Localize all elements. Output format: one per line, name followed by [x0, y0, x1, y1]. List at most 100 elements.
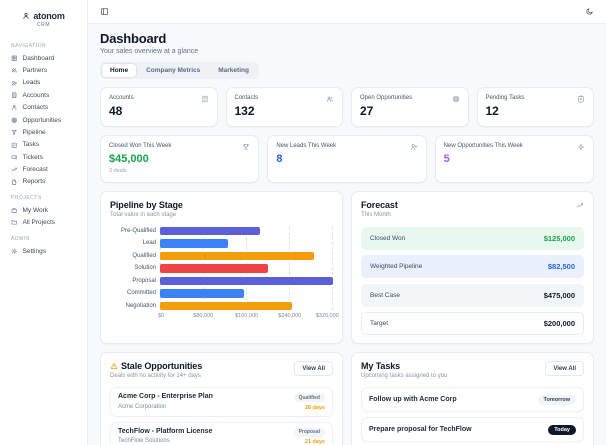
sidebar-item[interactable]: Accounts: [0, 89, 87, 101]
forecast-rows: Closed Won $125,000 Weighted Pipeline $8…: [361, 226, 584, 335]
stat-label: Open Opportunities: [360, 95, 413, 101]
warning-icon: [110, 362, 118, 370]
sidebar-item[interactable]: Partners: [0, 64, 87, 76]
stat-value: 27: [360, 104, 374, 118]
chart-bar: [160, 251, 315, 260]
sidebar-item-label: Leads: [22, 79, 41, 87]
sidebar-item[interactable]: All Projects: [0, 217, 87, 229]
contacts-icon: [11, 104, 18, 111]
chart-row: Qualified: [110, 251, 333, 260]
task-row[interactable]: Follow up with Acme Corp Tomorrow: [361, 387, 584, 412]
sidebar-section-label: Admin: [11, 235, 30, 242]
pipeline-subtitle: Total value in each stage: [110, 211, 177, 218]
sidebar-item-label: Reports: [22, 178, 46, 186]
chart-track: [160, 239, 333, 248]
stat-label: Accounts: [109, 95, 134, 101]
due-badge: Today: [548, 424, 576, 435]
highlight-value: 5: [443, 153, 450, 165]
theme-toggle-icon[interactable]: [585, 7, 594, 16]
chart-track: [160, 251, 333, 260]
chart-category-label: Qualified: [132, 252, 156, 259]
sidebar-item-label: Settings: [22, 247, 47, 255]
sidebar-item[interactable]: Dashboard: [0, 52, 87, 64]
page-title: Dashboard: [100, 31, 167, 46]
sidebar-section-label: Navigation: [11, 43, 47, 49]
pipeline-chart-rows: Pre-Qualified Lead Qualified Solution Propos…: [110, 226, 333, 310]
my-work-icon: [11, 207, 18, 214]
dashboard-icon: [11, 55, 18, 62]
forecast-row: Target $200,000: [361, 312, 584, 335]
accounts-icon: [11, 92, 18, 99]
stale-title: Stale Opportunities: [121, 361, 203, 371]
sidebar-item[interactable]: Reports: [0, 176, 87, 188]
highlight-label: Closed Won This Week: [109, 143, 172, 149]
main-area: Dashboard Your sales overview at a glanc…: [88, 0, 606, 445]
stale-opportunity-row[interactable]: Acme Corp - Enterprise Plan Acme Corpora…: [110, 387, 333, 417]
x-tick-label: $160,000: [235, 313, 258, 319]
tab[interactable]: Marketing: [210, 64, 257, 77]
sidebar-item-label: Dashboard: [22, 54, 55, 62]
tickets-icon: [11, 154, 18, 161]
stale-opportunity-row[interactable]: TechFlow - Platform License TechFlow Sol…: [110, 421, 333, 445]
sidebar-item[interactable]: Tasks: [0, 139, 87, 151]
forecast-row-label: Best Case: [370, 291, 400, 299]
chart-bar: [160, 226, 261, 235]
opportunity-name: Acme Corp - Enterprise Plan: [118, 393, 213, 400]
sidebar-item[interactable]: Settings: [0, 245, 87, 257]
sidebar-item[interactable]: Contacts: [0, 102, 87, 114]
tab[interactable]: Home: [102, 64, 137, 77]
sidebar-section-items: Settings: [0, 245, 87, 257]
forecast-row-label: Target: [370, 320, 389, 327]
stat-card: Contacts 132: [225, 87, 343, 127]
chart-row: Committed: [110, 289, 333, 298]
opportunity-name: TechFlow - Platform License: [118, 427, 213, 435]
tasks-view-all-button[interactable]: View All: [545, 361, 584, 376]
chart-bar: [160, 264, 269, 273]
tab[interactable]: Company Metrics: [138, 64, 208, 77]
sidebar-item-label: Pipeline: [22, 128, 46, 136]
settings-icon: [11, 248, 18, 255]
chart-category-label: Negotiation: [125, 302, 156, 309]
forecast-row-value: $475,000: [543, 290, 575, 300]
sidebar-item-label: Tickets: [22, 153, 43, 161]
sidebar-section: Projects My Work All Projects: [0, 188, 87, 229]
sidebar-item-label: Tasks: [22, 141, 40, 149]
topbar: [88, 0, 606, 24]
sidebar-toggle-icon[interactable]: [100, 7, 109, 16]
task-row[interactable]: Prepare proposal for TechFlow Today: [361, 417, 584, 442]
charts-row: Pipeline by Stage Total value in each st…: [100, 190, 594, 344]
opportunities-icon: [11, 117, 18, 124]
partners-icon: [11, 67, 18, 74]
stale-view-all-button[interactable]: View All: [294, 361, 333, 376]
sidebar-item[interactable]: Forecast: [0, 163, 87, 175]
dashboard-content: Dashboard Your sales overview at a glanc…: [88, 24, 606, 445]
sidebar-item[interactable]: Opportunities: [0, 114, 87, 126]
sidebar-item[interactable]: My Work: [0, 204, 87, 216]
sidebar-item[interactable]: Leads: [0, 77, 87, 89]
days-stale: 21 days: [304, 439, 325, 445]
bottom-row: Stale Opportunities Deals with no activi…: [100, 352, 594, 445]
stat-card: Open Opportunities 27: [351, 87, 469, 127]
chart-x-axis: $0 $80,000 $160,000 $240,000 $320,000: [158, 313, 339, 321]
sidebar-item[interactable]: Pipeline: [0, 126, 87, 138]
sidebar-item[interactable]: Tickets: [0, 151, 87, 163]
highlight-subtext: [444, 168, 585, 174]
tasks-list: Follow up with Acme Corp Tomorrow Prepar…: [361, 387, 584, 445]
highlights-row: Closed Won This Week $45,000 3 deals New…: [100, 135, 594, 183]
chart-category-label: Solution: [134, 265, 156, 272]
stat-value: 132: [234, 104, 255, 118]
x-tick-label: $80,000: [193, 313, 214, 319]
chart-bar: [160, 276, 333, 285]
forecast-row-value: $125,000: [543, 233, 575, 243]
highlight-label: New Leads This Week: [276, 143, 337, 149]
pipeline-chart: Pre-Qualified Lead Qualified Solution Propos…: [110, 226, 339, 322]
building-icon: [201, 95, 209, 103]
forecast-row: Best Case $475,000: [361, 283, 584, 307]
sidebar-section: Navigation Dashboard Partners: [0, 36, 87, 188]
sidebar-item-label: Partners: [22, 67, 48, 75]
forecast-row: Weighted Pipeline $82,500: [361, 255, 584, 278]
x-tick-label: $0: [158, 313, 165, 319]
sparkle-icon: [577, 143, 585, 151]
sidebar-item-label: All Projects: [22, 219, 56, 227]
app-logo: atonom CRM: [0, 8, 87, 36]
